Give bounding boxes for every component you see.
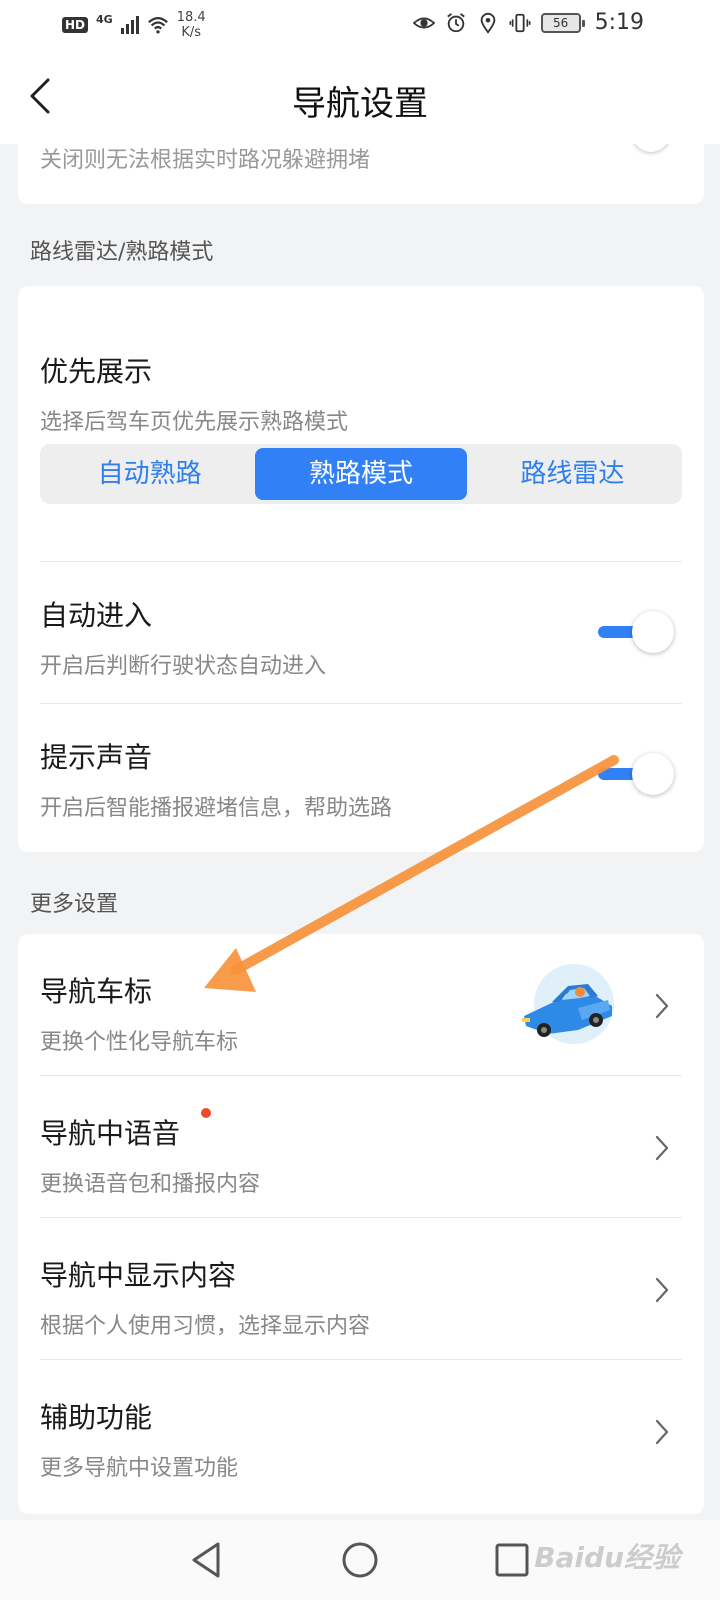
eye-icon xyxy=(412,17,435,28)
status-bar: HD 4G 18.4 K/s 56 5:19 xyxy=(0,0,720,48)
priority-subtitle: 选择后驾车页优先展示熟路模式 xyxy=(40,410,349,435)
setting-item-voice[interactable]: 导航中语音 更换语音包和播报内容 xyxy=(18,1076,704,1218)
chevron-right-icon xyxy=(655,1135,669,1161)
accessibility-title: 辅助功能 xyxy=(40,1401,153,1434)
display-content-subtitle: 根据个人使用习惯，选择显示内容 xyxy=(40,1314,371,1339)
traffic-avoid-subtitle: 关闭则无法根据实时路况躲避拥堵 xyxy=(40,148,371,173)
location-icon xyxy=(480,12,495,34)
toggle-knob xyxy=(632,753,674,795)
priority-title: 优先展示 xyxy=(40,355,153,388)
car-icon-title: 导航车标 xyxy=(40,975,153,1008)
network-type: 4G xyxy=(96,12,113,26)
system-nav-bar: Baidu经验 xyxy=(0,1520,720,1600)
chevron-right-icon xyxy=(655,1419,669,1445)
divider xyxy=(40,561,682,562)
alarm-icon xyxy=(446,12,465,32)
sound-subtitle: 开启后智能播报避堵信息，帮助选路 xyxy=(40,796,393,821)
section-label-more: 更多设置 xyxy=(30,892,119,917)
voice-title: 导航中语音 xyxy=(40,1117,181,1150)
watermark: Baidu经验 xyxy=(534,1541,680,1574)
nav-back-icon[interactable] xyxy=(182,1534,234,1586)
vibrate-icon xyxy=(509,13,531,32)
sound-toggle[interactable] xyxy=(594,753,674,795)
chevron-right-icon xyxy=(655,993,669,1019)
setting-item-accessibility[interactable]: 辅助功能 更多导航中设置功能 xyxy=(18,1360,704,1502)
divider xyxy=(40,703,682,704)
seg-route-radar[interactable]: 路线雷达 xyxy=(467,448,678,500)
seg-familiar-mode[interactable]: 熟路模式 xyxy=(255,448,467,500)
wifi-icon xyxy=(147,17,168,34)
speed-unit: K/s xyxy=(181,25,202,40)
page-title: 导航设置 xyxy=(292,84,428,124)
header: 导航设置 xyxy=(0,48,720,144)
priority-segmented-control: 自动熟路 熟路模式 路线雷达 xyxy=(40,444,682,504)
status-bar-right: 56 5:19 xyxy=(412,10,644,35)
more-settings-card: 导航车标 更换个性化导航车标 导航中语音 更换语音包和播报内容 导航中显示内容 xyxy=(18,934,704,1514)
car-thumbnail-icon xyxy=(522,964,614,1044)
car-icon-subtitle: 更换个性化导航车标 xyxy=(40,1030,239,1055)
sound-title: 提示声音 xyxy=(40,741,153,774)
status-bar-left: HD 4G 18.4 K/s xyxy=(62,10,206,40)
network-speed: 18.4 K/s xyxy=(177,10,206,40)
voice-subtitle: 更换语音包和播报内容 xyxy=(40,1172,261,1197)
speed-value: 18.4 xyxy=(176,10,206,25)
section-label-route: 路线雷达/熟路模式 xyxy=(30,240,214,265)
auto-enter-title: 自动进入 xyxy=(40,599,153,632)
nav-home-icon[interactable] xyxy=(334,1534,386,1586)
setting-item-display-content[interactable]: 导航中显示内容 根据个人使用习惯，选择显示内容 xyxy=(18,1218,704,1360)
auto-enter-subtitle: 开启后判断行驶状态自动进入 xyxy=(40,654,327,679)
route-settings-card: 优先展示 选择后驾车页优先展示熟路模式 自动熟路 熟路模式 路线雷达 自动进入 … xyxy=(18,286,704,852)
new-badge-dot xyxy=(201,1108,211,1118)
toggle-knob xyxy=(632,611,674,653)
setting-item-car-icon[interactable]: 导航车标 更换个性化导航车标 xyxy=(18,934,704,1076)
seg-auto-familiar[interactable]: 自动熟路 xyxy=(44,448,255,500)
hd-badge: HD xyxy=(62,17,89,33)
accessibility-subtitle: 更多导航中设置功能 xyxy=(40,1456,239,1481)
signal-icon xyxy=(120,16,139,34)
chevron-right-icon xyxy=(655,1277,669,1303)
auto-enter-toggle[interactable] xyxy=(594,611,674,653)
battery-icon: 56 xyxy=(540,12,585,33)
clock: 5:19 xyxy=(594,10,644,35)
nav-recents-icon[interactable] xyxy=(486,1534,538,1586)
display-content-title: 导航中显示内容 xyxy=(40,1259,237,1292)
